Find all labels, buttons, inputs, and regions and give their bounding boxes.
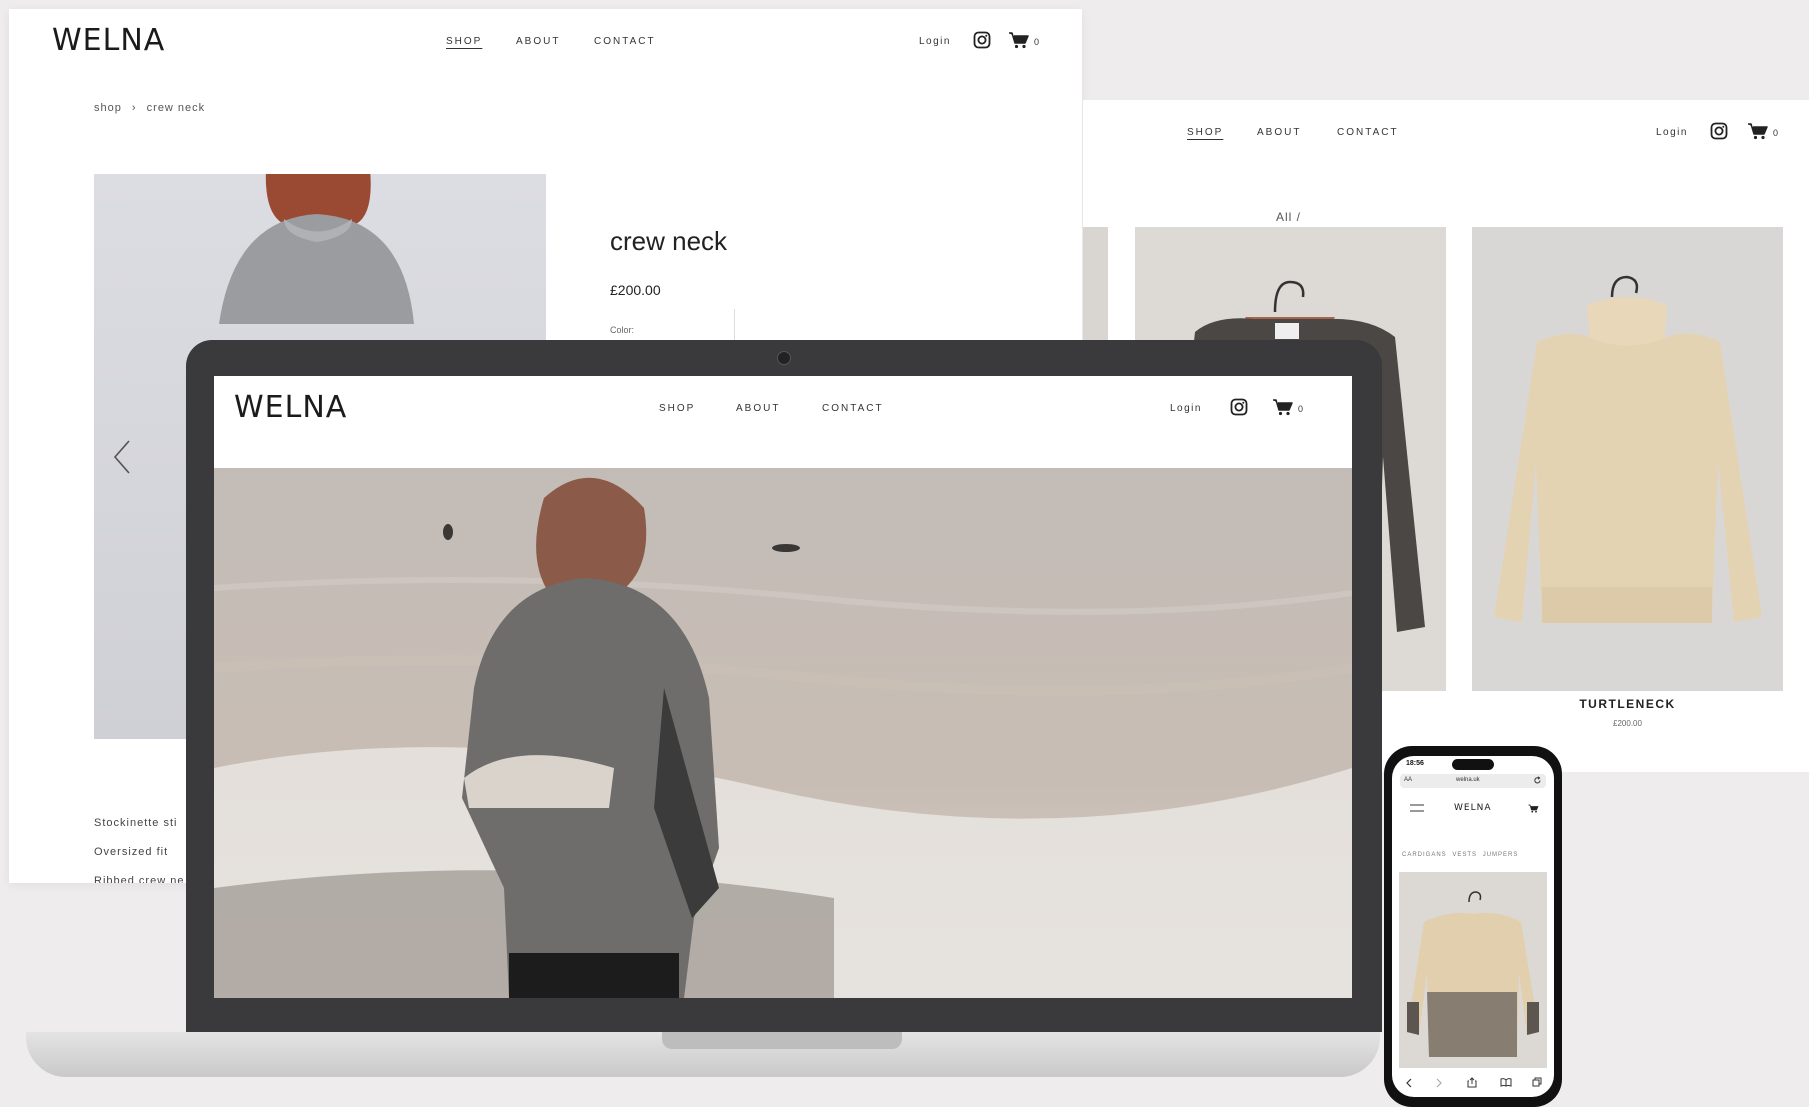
reader-aa[interactable]: AA xyxy=(1404,777,1412,783)
login-link[interactable]: Login xyxy=(1170,403,1202,414)
feature-item: Oversized fit xyxy=(94,846,169,858)
product-title: crew neck xyxy=(610,226,728,256)
brand-logo[interactable]: WELNA xyxy=(234,390,347,425)
category-link[interactable]: CARDIGANS xyxy=(1402,852,1447,858)
category-nav: CARDIGANS VESTS JUMPERS xyxy=(1402,852,1518,858)
brand-logo[interactable]: WELNA xyxy=(1454,803,1492,813)
product-price: £200.00 xyxy=(1613,719,1642,728)
filter-label[interactable]: All / xyxy=(1276,210,1301,224)
dynamic-island xyxy=(1452,759,1494,770)
cart-icon[interactable] xyxy=(1528,804,1539,813)
login-link[interactable]: Login xyxy=(1656,127,1688,138)
nav-contact-link[interactable]: CONTACT xyxy=(594,36,656,47)
product-card-turtleneck[interactable] xyxy=(1472,227,1783,691)
hero-image xyxy=(214,468,1352,998)
nav-about-link[interactable]: ABOUT xyxy=(736,403,780,414)
instagram-icon[interactable] xyxy=(1710,122,1728,140)
nav-contact-link[interactable]: CONTACT xyxy=(1337,127,1399,138)
product-photo[interactable] xyxy=(1399,872,1547,1068)
forward-icon[interactable] xyxy=(1436,1078,1442,1088)
feature-item: Stockinette sti xyxy=(94,817,178,829)
nav-shop-link[interactable]: SHOP xyxy=(659,403,695,414)
instagram-icon[interactable] xyxy=(973,31,991,49)
brand-logo[interactable]: WELNA xyxy=(52,23,165,58)
cart-icon[interactable] xyxy=(1747,122,1769,140)
laptop-screen: WELNA SHOP ABOUT CONTACT Login 0 xyxy=(214,376,1352,998)
tabs-icon[interactable] xyxy=(1532,1077,1542,1087)
share-icon[interactable] xyxy=(1467,1077,1477,1088)
category-link[interactable]: VESTS xyxy=(1452,852,1477,858)
reload-icon[interactable] xyxy=(1533,776,1542,785)
back-icon[interactable] xyxy=(1406,1078,1412,1088)
color-label: Color: xyxy=(610,325,635,335)
instagram-icon[interactable] xyxy=(1230,398,1248,416)
hamburger-icon[interactable] xyxy=(1410,804,1424,812)
category-link[interactable]: JUMPERS xyxy=(1483,852,1519,858)
cart-count: 0 xyxy=(1034,37,1040,47)
breadcrumb-root-link[interactable]: shop xyxy=(94,102,122,114)
product-name[interactable]: TURTLENECK xyxy=(1472,697,1783,711)
chevron-left-icon[interactable] xyxy=(112,439,132,475)
webcam xyxy=(777,351,791,365)
feature-item: Ribbed crew ne xyxy=(94,875,185,883)
book-icon[interactable] xyxy=(1500,1078,1512,1087)
product-price: £200.00 xyxy=(610,282,661,298)
breadcrumb-current: crew neck xyxy=(146,102,206,114)
site-header xyxy=(214,376,1352,468)
feature-list: Stockinette sti Oversized fit Ribbed cre… xyxy=(94,809,184,883)
laptop-hinge-notch xyxy=(662,1032,902,1049)
login-link[interactable]: Login xyxy=(919,36,951,47)
nav-about-link[interactable]: ABOUT xyxy=(1257,127,1301,138)
url-text[interactable]: welna.uk xyxy=(1456,777,1480,783)
nav-shop-link[interactable]: SHOP xyxy=(446,36,482,47)
phone-screen: 18:56 AA welna.uk WELNA CARDIGANS VESTS … xyxy=(1392,756,1554,1097)
cart-icon[interactable] xyxy=(1272,398,1294,416)
cart-count: 0 xyxy=(1773,128,1779,138)
status-time: 18:56 xyxy=(1406,760,1424,767)
nav-contact-link[interactable]: CONTACT xyxy=(822,403,884,414)
nav-about-link[interactable]: ABOUT xyxy=(516,36,560,47)
cart-count: 0 xyxy=(1298,404,1304,414)
breadcrumb: shop › crew neck xyxy=(94,102,205,114)
nav-shop-link[interactable]: SHOP xyxy=(1187,127,1223,138)
cart-icon[interactable] xyxy=(1008,31,1030,49)
breadcrumb-separator: › xyxy=(131,102,137,114)
